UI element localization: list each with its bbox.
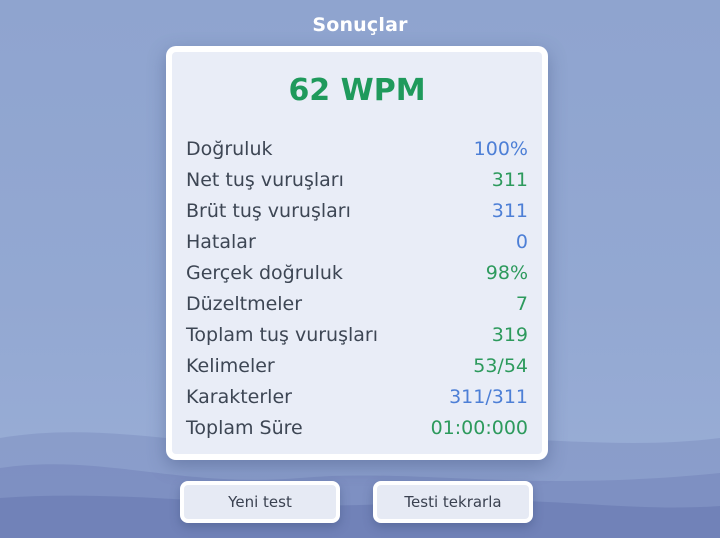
new-test-button[interactable]: Yeni test (180, 481, 340, 523)
stat-row: Brüt tuş vuruşları 311 (186, 195, 528, 226)
stat-label: Toplam tuş vuruşları (186, 323, 379, 346)
stat-row: Hatalar 0 (186, 226, 528, 257)
stat-row: Karakterler 311/311 (186, 381, 528, 412)
stat-row: Kelimeler 53/54 (186, 350, 528, 381)
stat-value: 311 (491, 199, 528, 222)
stat-row: Doğruluk 100% (186, 133, 528, 164)
stat-value: 01:00:000 (430, 416, 528, 439)
stat-label: Toplam Süre (186, 416, 303, 439)
stat-row: Gerçek doğruluk 98% (186, 257, 528, 288)
stat-value: 311 (491, 168, 528, 191)
stat-row: Net tuş vuruşları 311 (186, 164, 528, 195)
stat-label: Karakterler (186, 385, 292, 408)
results-title: Sonuçlar (312, 14, 408, 36)
stat-value: 319 (491, 323, 528, 346)
stat-label: Net tuş vuruşları (186, 168, 344, 191)
stat-value: 0 (515, 230, 528, 253)
stat-label: Gerçek doğruluk (186, 261, 343, 284)
stats-list: Doğruluk 100% Net tuş vuruşları 311 Brüt tuş… (186, 133, 528, 443)
stat-value: 311/311 (449, 385, 528, 408)
stat-row: Toplam Süre 01:00:000 (186, 412, 528, 443)
stat-row: Toplam tuş vuruşları 319 (186, 319, 528, 350)
stat-label: Kelimeler (186, 354, 275, 377)
stat-value: 53/54 (473, 354, 528, 377)
stat-label: Doğruluk (186, 137, 273, 160)
results-card-inner: 62 WPM Doğruluk 100% Net tuş vuruşları 311 B… (172, 52, 542, 454)
wpm-score: 62 WPM (288, 73, 426, 108)
stat-value: 100% (473, 137, 528, 160)
retry-test-button[interactable]: Testi tekrarla (373, 481, 533, 523)
stat-label: Brüt tuş vuruşları (186, 199, 351, 222)
stat-row: Düzeltmeler 7 (186, 288, 528, 319)
results-card: 62 WPM Doğruluk 100% Net tuş vuruşları 311 B… (166, 46, 548, 460)
stat-label: Hatalar (186, 230, 256, 253)
stat-value: 7 (515, 292, 528, 315)
stat-label: Düzeltmeler (186, 292, 303, 315)
stat-value: 98% (485, 261, 528, 284)
